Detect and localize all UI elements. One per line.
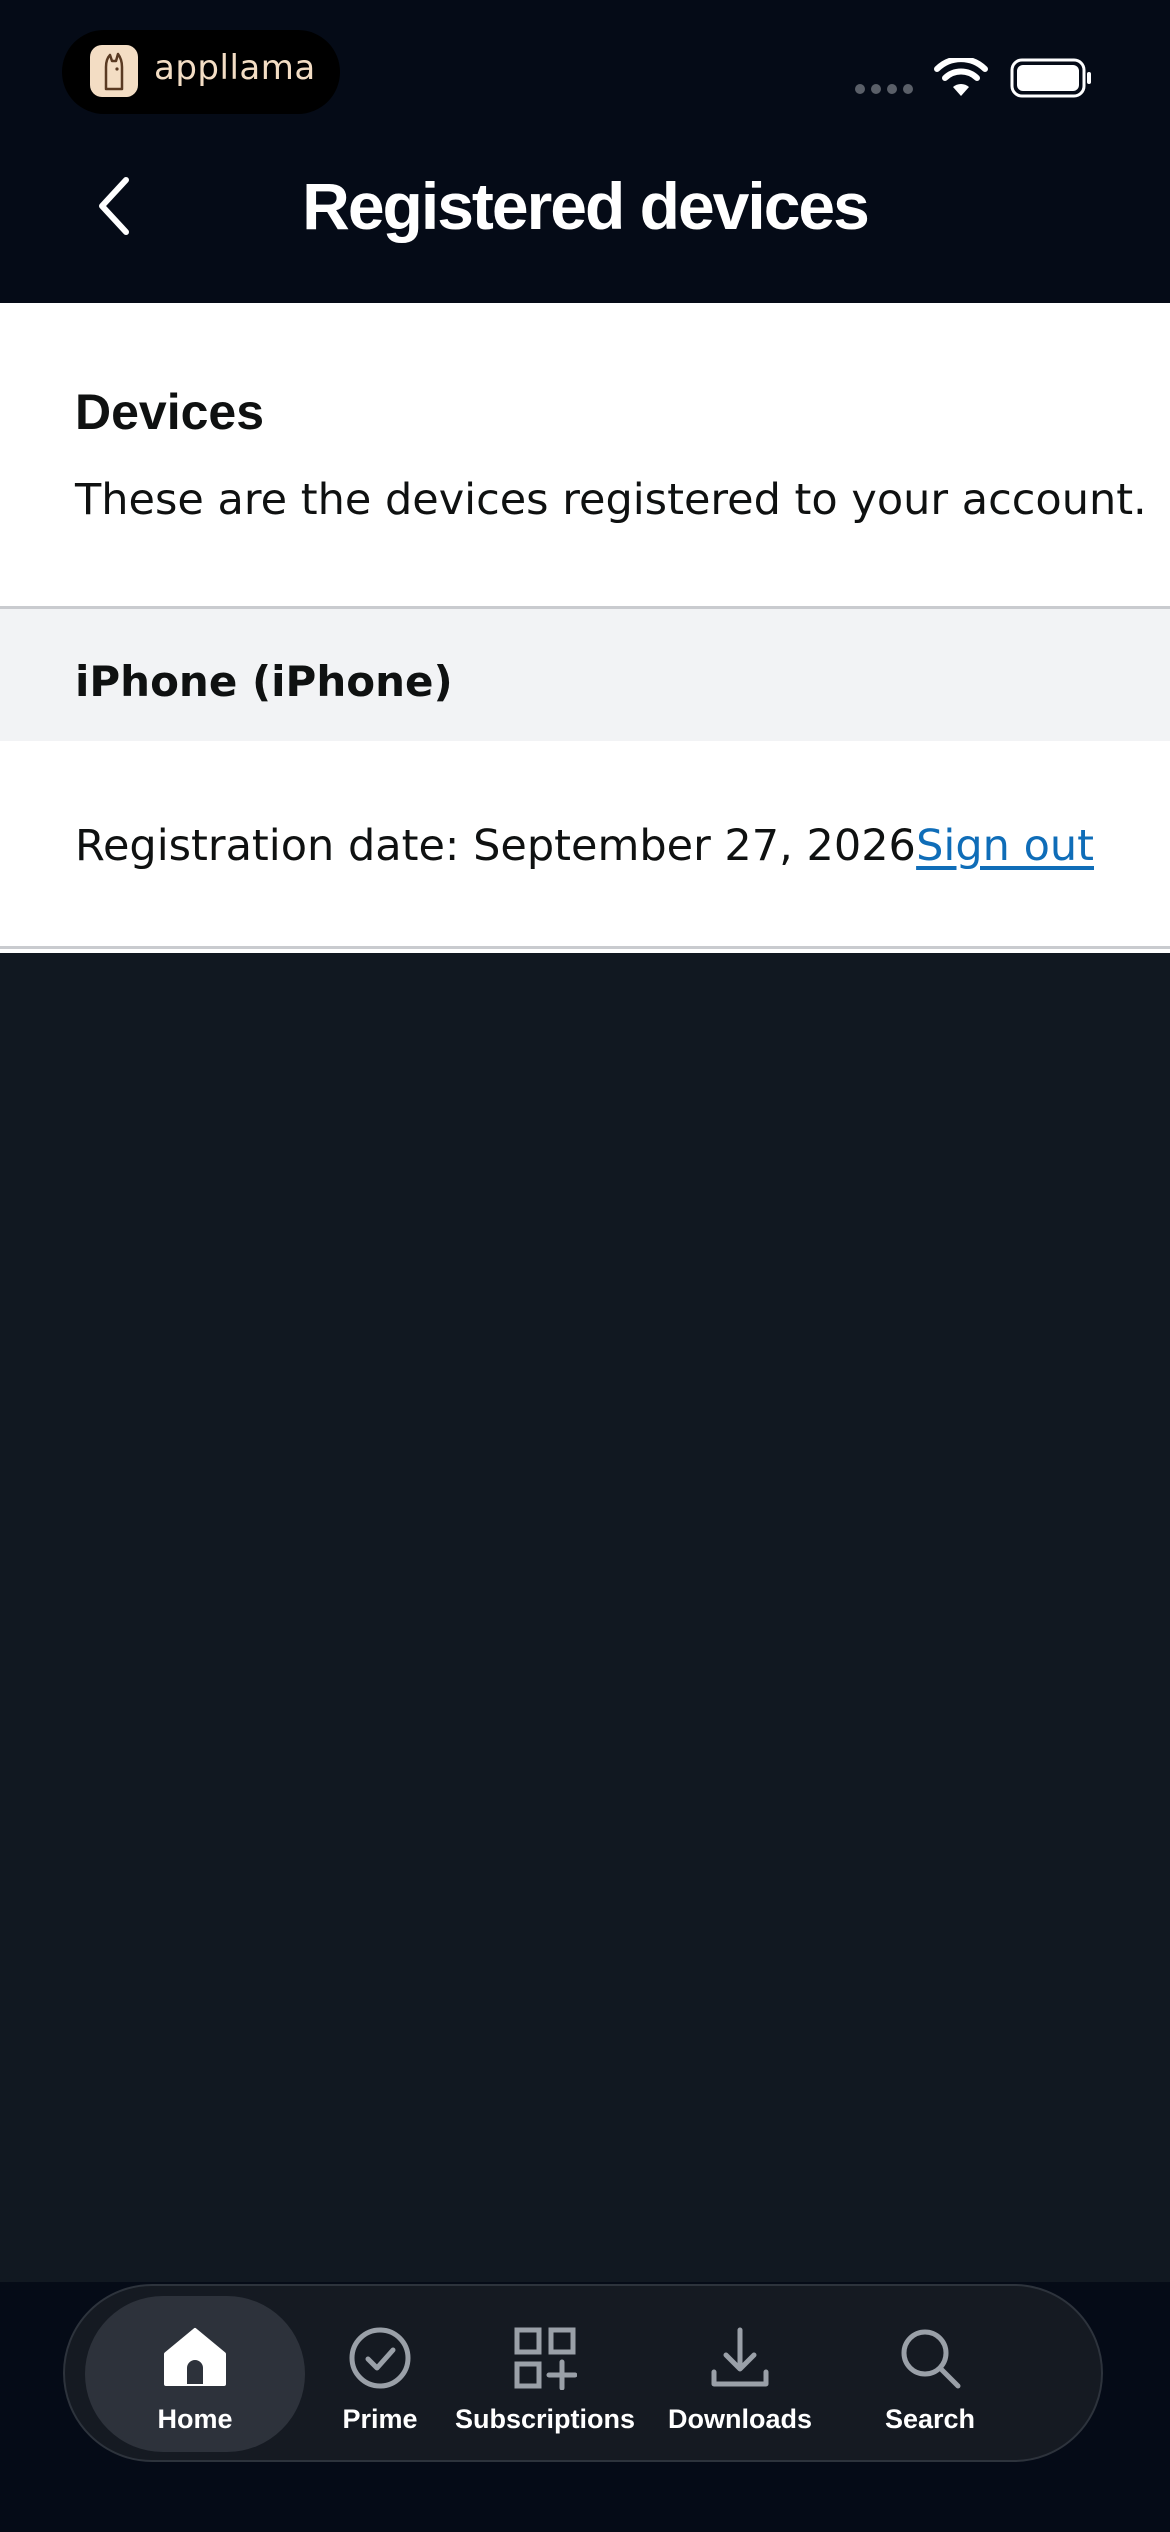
section-description: These are the devices registered to your… <box>75 475 1147 525</box>
device-name: iPhone (iPhone) <box>75 657 453 706</box>
wifi-icon <box>934 58 988 96</box>
battery-icon <box>1010 58 1091 98</box>
nav-downloads[interactable]: Downloads <box>645 2286 835 2460</box>
bottom-nav: Home Prime Subscriptions Downloads Searc… <box>63 2284 1103 2462</box>
brand-badge: appllama <box>62 30 340 114</box>
search-icon <box>901 2329 961 2389</box>
registration-date: Registration date: September 27, 2026 <box>75 821 916 871</box>
nav-label: Prime <box>342 2404 418 2434</box>
sign-out-link[interactable]: Sign out <box>916 821 1094 871</box>
device-header: iPhone (iPhone) <box>0 606 1170 744</box>
nav-label: Downloads <box>667 2404 812 2434</box>
nav-home[interactable]: Home <box>75 2286 315 2460</box>
brand-name: appllama <box>154 48 316 88</box>
llama-logo-icon <box>90 45 138 97</box>
nav-label: Subscriptions <box>454 2404 636 2434</box>
cellular-signal-icon <box>855 84 913 94</box>
nav-label: Home <box>157 2404 233 2434</box>
section-title: Devices <box>75 384 265 440</box>
nav-label: Search <box>884 2404 976 2434</box>
top-bar: appllama Registered devices <box>0 0 1170 303</box>
grid-plus-icon <box>514 2327 577 2390</box>
download-icon <box>711 2327 769 2387</box>
device-row: Registration date: September 27, 2026 Si… <box>0 741 1170 949</box>
nav-subscriptions[interactable]: Subscriptions <box>445 2286 645 2460</box>
home-icon <box>164 2328 226 2386</box>
nav-search[interactable]: Search <box>835 2286 1025 2460</box>
devices-panel: Devices These are the devices registered… <box>0 303 1170 953</box>
page-title: Registered devices <box>302 169 870 243</box>
nav-prime[interactable]: Prime <box>315 2286 445 2460</box>
check-circle-icon <box>349 2327 411 2389</box>
